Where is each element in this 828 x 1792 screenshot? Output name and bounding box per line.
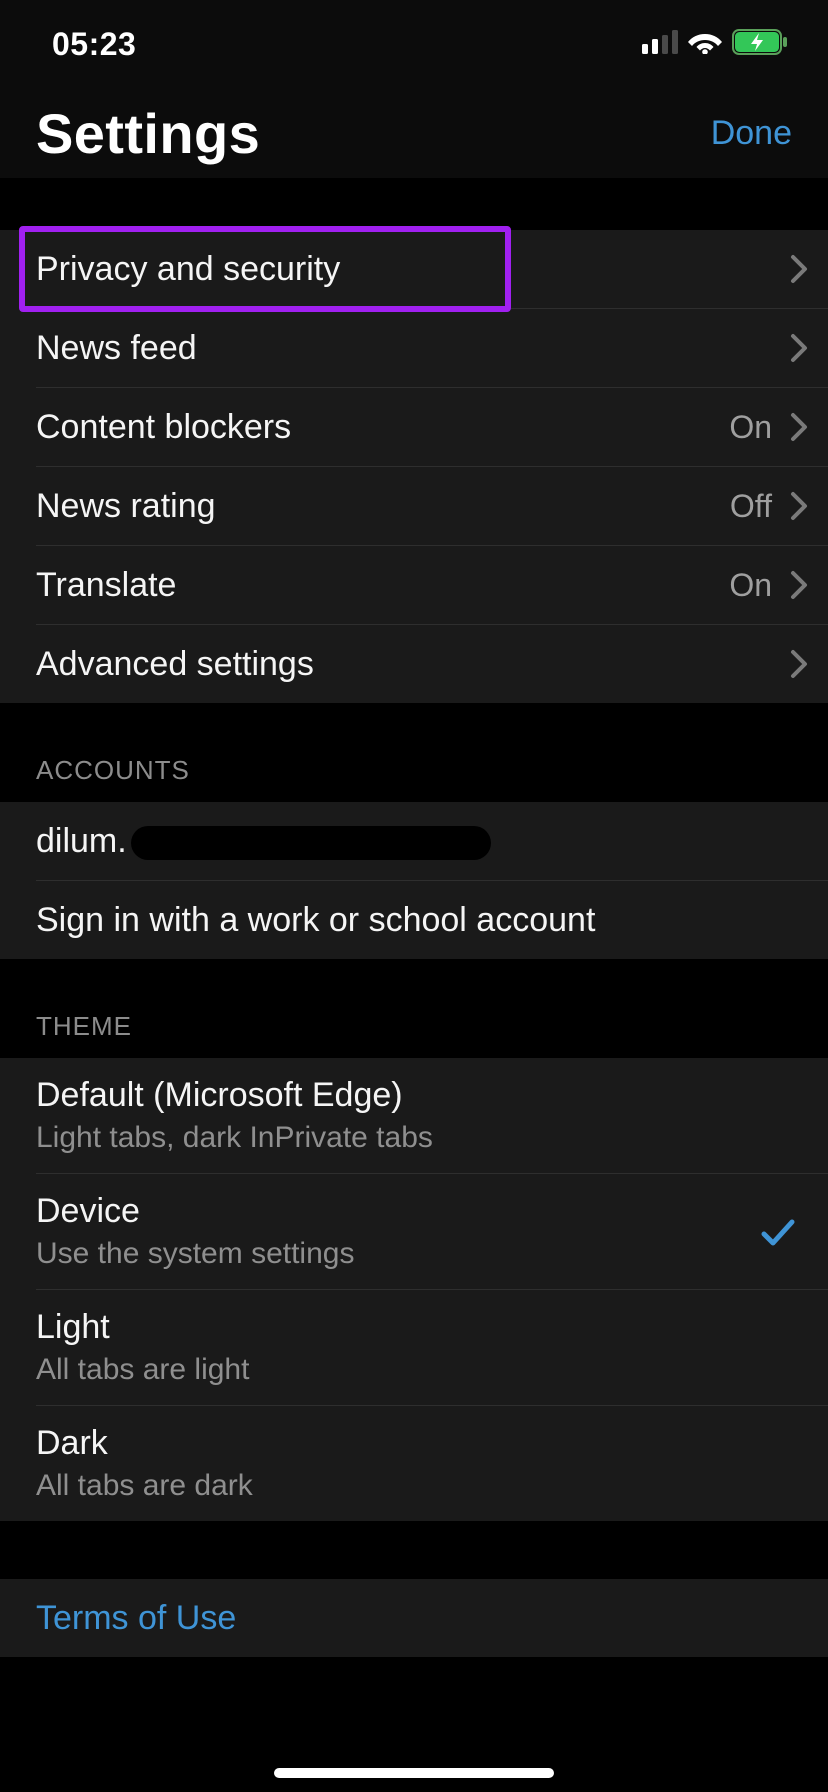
- row-account-user[interactable]: dilum.: [0, 802, 828, 880]
- theme-header: THEME: [0, 959, 828, 1058]
- theme-subtitle: All tabs are dark: [36, 1469, 253, 1503]
- settings-header: Settings Done: [0, 88, 828, 178]
- theme-option-dark[interactable]: Dark All tabs are dark: [0, 1406, 828, 1521]
- theme-subtitle: Use the system settings: [36, 1237, 354, 1271]
- checkmark-icon: [758, 1212, 798, 1252]
- theme-title: Dark: [36, 1424, 253, 1463]
- chevron-right-icon: [790, 412, 808, 442]
- theme-subtitle: All tabs are light: [36, 1353, 249, 1387]
- battery-charging-icon: [732, 29, 788, 60]
- account-email: dilum.: [36, 822, 491, 861]
- row-terms-of-use[interactable]: Terms of Use: [0, 1579, 828, 1657]
- page-title: Settings: [36, 101, 260, 166]
- chevron-right-icon: [790, 649, 808, 679]
- row-label: News feed: [36, 329, 197, 368]
- row-label: Sign in with a work or school account: [36, 901, 595, 940]
- home-indicator: [274, 1768, 554, 1778]
- status-time: 05:23: [52, 26, 136, 63]
- row-label: Content blockers: [36, 408, 291, 447]
- row-label: Privacy and security: [36, 250, 340, 289]
- chevron-right-icon: [790, 333, 808, 363]
- accounts-header: ACCOUNTS: [0, 703, 828, 802]
- done-button[interactable]: Done: [711, 114, 792, 153]
- chevron-right-icon: [790, 570, 808, 600]
- section-header-text: ACCOUNTS: [36, 755, 792, 786]
- row-label: Translate: [36, 566, 176, 605]
- row-privacy-security[interactable]: Privacy and security: [0, 230, 828, 308]
- status-icons: [642, 29, 788, 60]
- general-section: Privacy and security News feed Content b…: [0, 230, 828, 703]
- row-translate[interactable]: Translate On: [0, 546, 828, 624]
- chevron-right-icon: [790, 491, 808, 521]
- cellular-icon: [642, 30, 678, 59]
- theme-title: Default (Microsoft Edge): [36, 1076, 433, 1115]
- status-bar: 05:23: [0, 0, 828, 88]
- account-email-visible: dilum.: [36, 822, 127, 860]
- row-label: Advanced settings: [36, 645, 314, 684]
- theme-option-light[interactable]: Light All tabs are light: [0, 1290, 828, 1405]
- spacer: [0, 1521, 828, 1579]
- wifi-icon: [688, 30, 722, 59]
- row-value: On: [729, 567, 772, 604]
- section-header-text: THEME: [36, 1011, 792, 1042]
- chevron-right-icon: [790, 254, 808, 284]
- theme-option-device[interactable]: Device Use the system settings: [0, 1174, 828, 1289]
- row-label: News rating: [36, 487, 216, 526]
- theme-title: Device: [36, 1192, 354, 1231]
- spacer: [0, 178, 828, 230]
- theme-title: Light: [36, 1308, 249, 1347]
- row-value: Off: [730, 488, 772, 525]
- theme-subtitle: Light tabs, dark InPrivate tabs: [36, 1121, 433, 1155]
- row-value: On: [729, 409, 772, 446]
- row-news-feed[interactable]: News feed: [0, 309, 828, 387]
- row-content-blockers[interactable]: Content blockers On: [0, 388, 828, 466]
- redacted-text: [131, 826, 491, 860]
- row-advanced-settings[interactable]: Advanced settings: [0, 625, 828, 703]
- row-news-rating[interactable]: News rating Off: [0, 467, 828, 545]
- terms-link[interactable]: Terms of Use: [36, 1599, 236, 1638]
- theme-option-default[interactable]: Default (Microsoft Edge) Light tabs, dar…: [0, 1058, 828, 1173]
- row-work-school-signin[interactable]: Sign in with a work or school account: [0, 881, 828, 959]
- accounts-section: dilum. Sign in with a work or school acc…: [0, 802, 828, 959]
- theme-section: Default (Microsoft Edge) Light tabs, dar…: [0, 1058, 828, 1521]
